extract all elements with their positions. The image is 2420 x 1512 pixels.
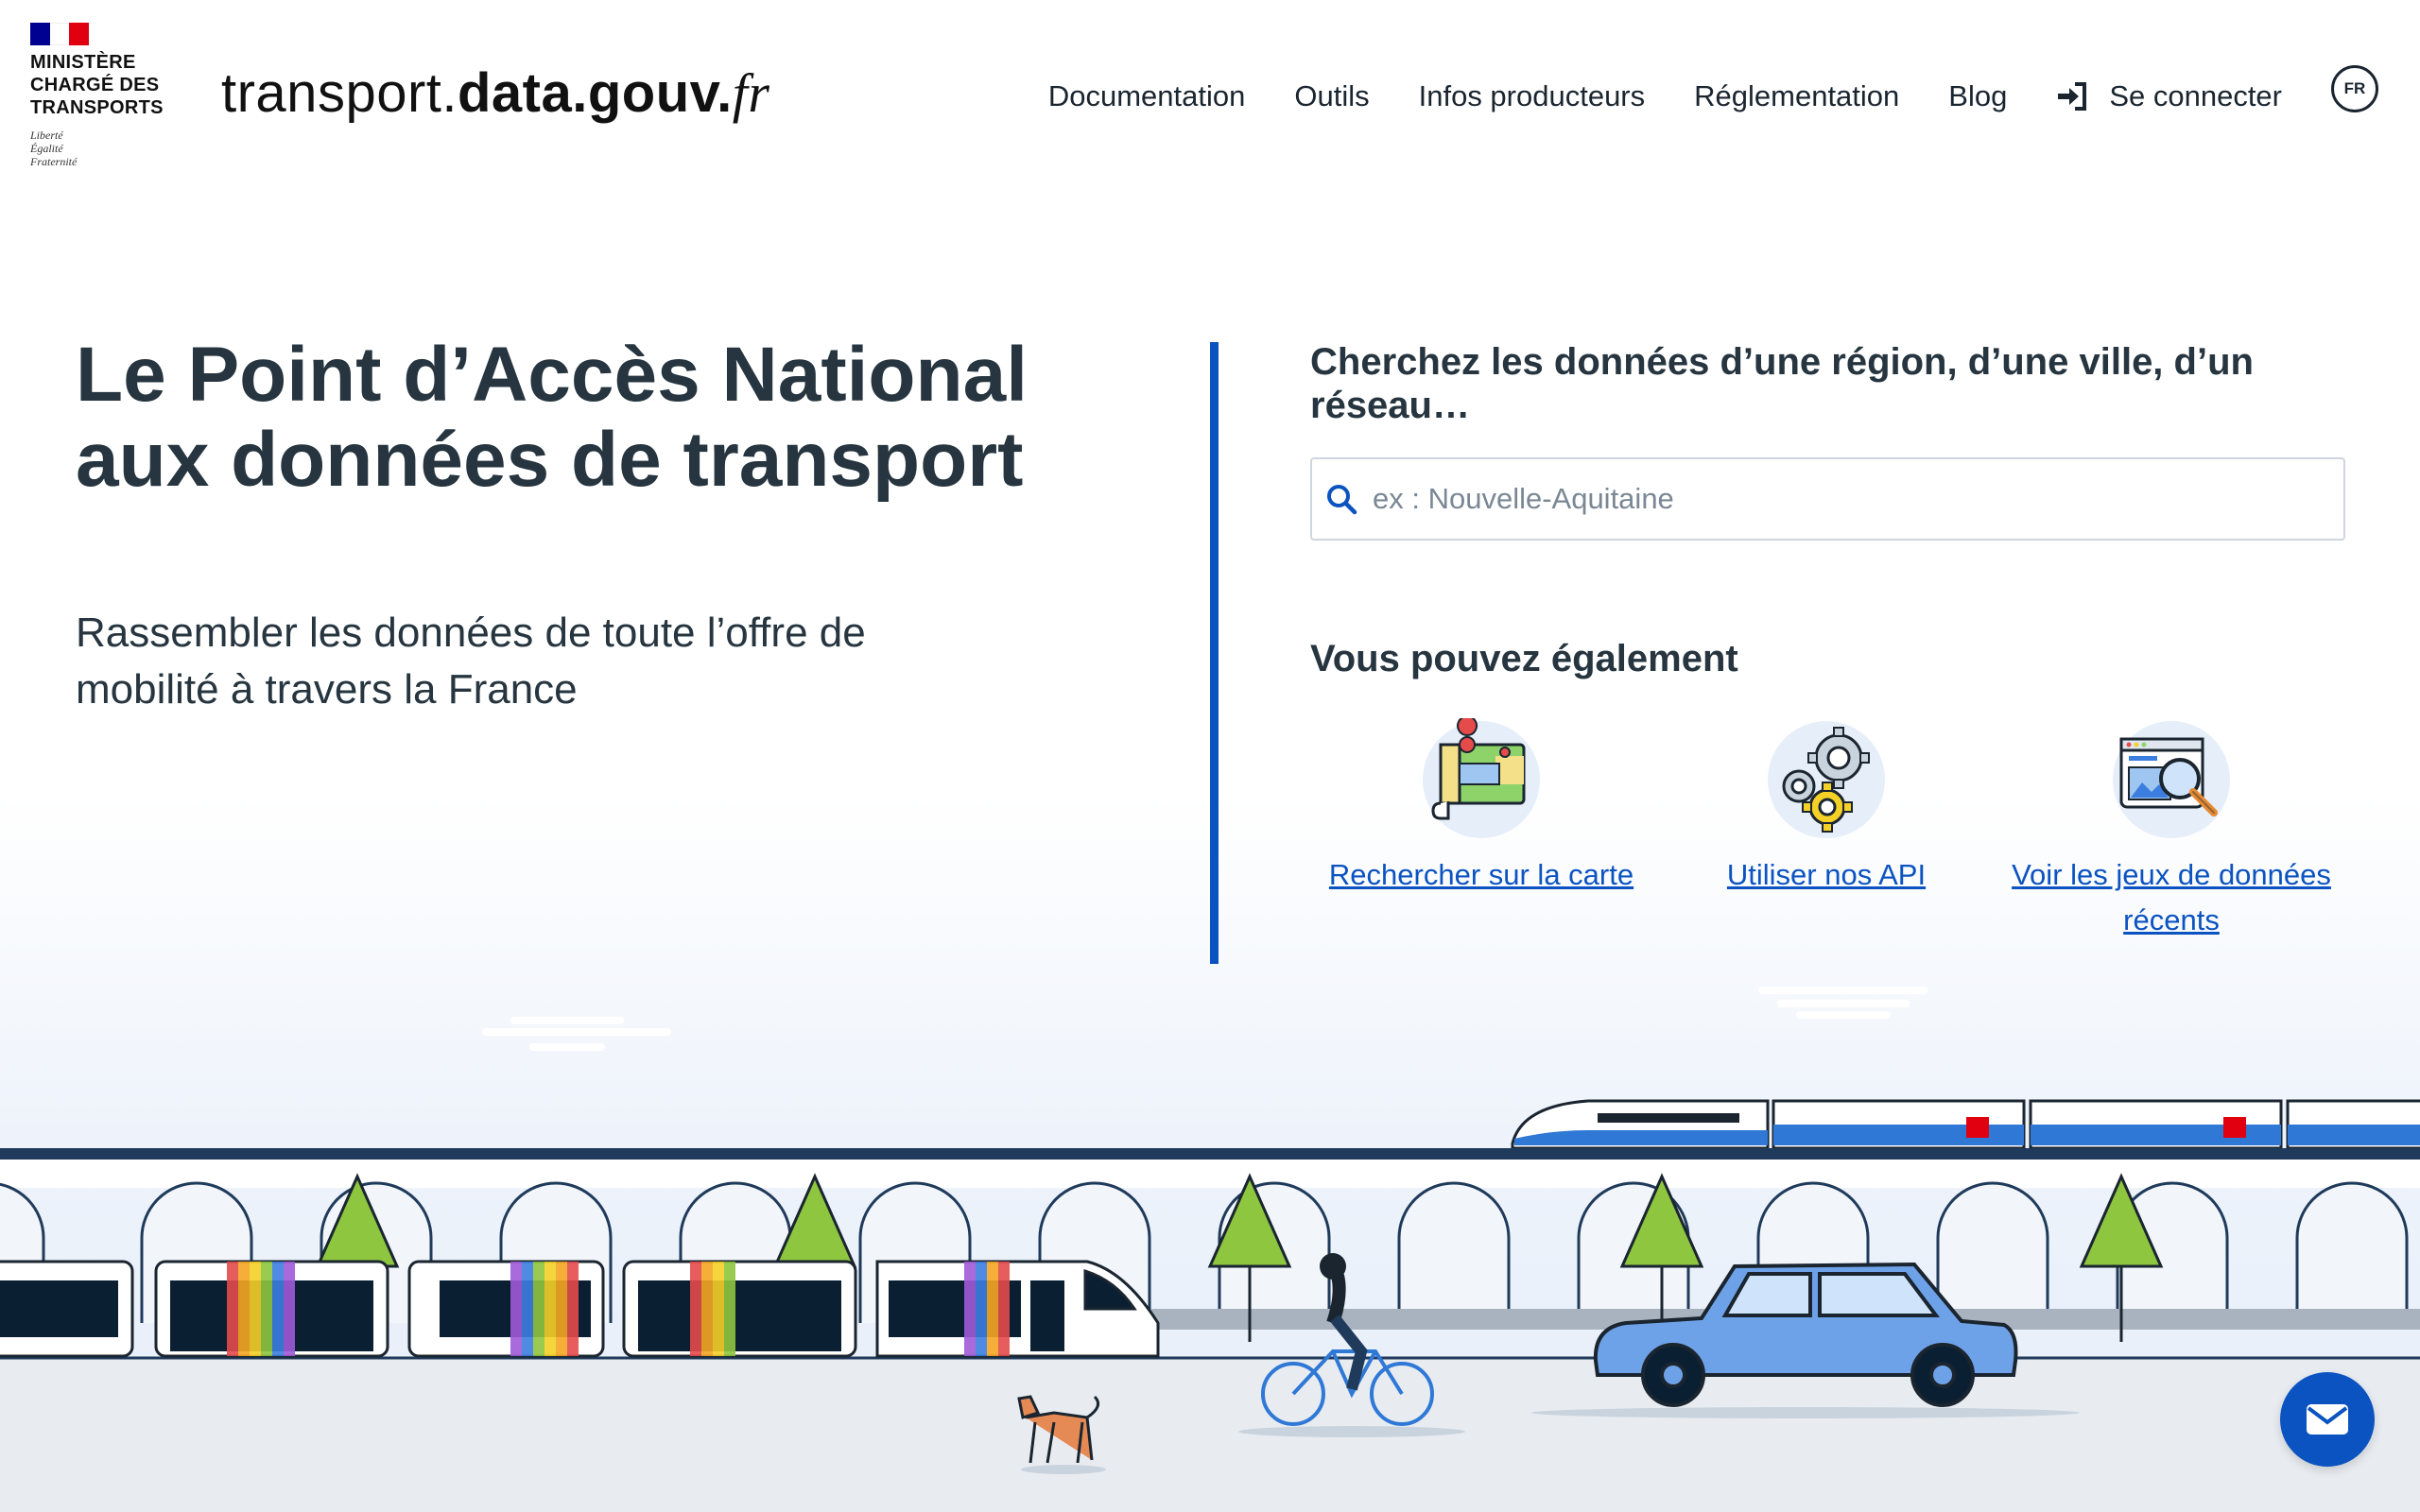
search-box[interactable]	[1310, 457, 2345, 541]
regional-train	[0, 1260, 1160, 1358]
nav-reglementation[interactable]: Réglementation	[1694, 79, 1899, 113]
language-code: FR	[2343, 79, 2366, 97]
vertical-divider	[1210, 342, 1219, 964]
map-search-link[interactable]: Rechercher sur la carte	[1311, 852, 1651, 898]
action-datasets: Voir les jeux de données récents	[2001, 718, 2342, 943]
french-flag-icon	[30, 23, 90, 45]
hero-title: Le Point d’Accès National aux données de…	[76, 332, 1028, 503]
contact-button[interactable]	[2280, 1372, 2375, 1467]
republic-motto: Liberté Égalité Fraternité	[30, 129, 78, 168]
gears-icon	[1768, 721, 1885, 838]
login-icon	[2058, 82, 2087, 111]
map-icon	[1423, 718, 1540, 838]
nav-blog[interactable]: Blog	[1948, 79, 2007, 113]
api-link[interactable]: Utiliser nos API	[1656, 852, 1996, 898]
envelope-icon	[2307, 1404, 2348, 1435]
nav-infos-producteurs[interactable]: Infos producteurs	[1419, 79, 1646, 113]
nav-documentation[interactable]: Documentation	[1048, 79, 1246, 113]
high-speed-train	[1511, 1099, 2420, 1150]
dataset-search-icon	[2113, 721, 2230, 838]
search-input[interactable]	[1373, 482, 2343, 516]
main-nav: Documentation Outils Infos producteurs R…	[999, 65, 2420, 125]
search-heading: Cherchez les données d’une région, d’une…	[1310, 341, 2254, 426]
action-api: Utiliser nos API	[1656, 718, 1996, 898]
transport-illustration	[0, 987, 2420, 1512]
ministry-name: Ministère chargé des transports	[30, 52, 164, 118]
action-map: Rechercher sur la carte	[1311, 718, 1651, 898]
language-selector[interactable]: FR	[2331, 65, 2378, 112]
ministry-logo[interactable]: Ministère chargé des transports Liberté …	[30, 23, 191, 168]
also-heading: Vous pouvez également	[1310, 638, 1738, 679]
hero-subtitle: Rassembler les données de toute l’offre …	[76, 610, 866, 713]
search-icon	[1327, 485, 1357, 515]
site-logo[interactable]: transport.data.gouv.fr	[221, 60, 769, 127]
login-link[interactable]: Se connecter	[2056, 79, 2282, 113]
login-label: Se connecter	[2109, 79, 2282, 112]
site-header: Ministère chargé des transports Liberté …	[0, 0, 2420, 189]
nav-outils[interactable]: Outils	[1294, 79, 1369, 113]
recent-datasets-link[interactable]: Voir les jeux de données récents	[2001, 852, 2342, 943]
